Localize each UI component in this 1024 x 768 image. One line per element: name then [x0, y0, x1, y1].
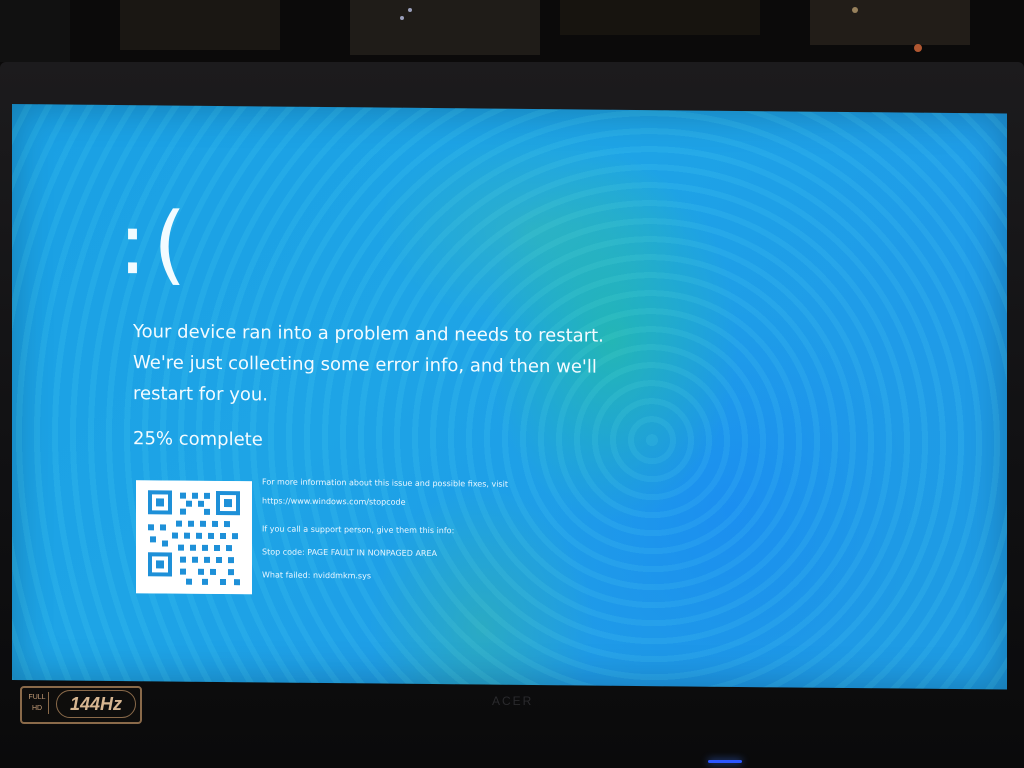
monitor-brand: ACER	[492, 694, 534, 708]
full-hd-label: FULL HD	[26, 692, 49, 714]
power-led-icon	[708, 760, 742, 763]
qr-code-graphic	[136, 480, 252, 595]
refresh-rate-label: 144Hz	[56, 690, 136, 718]
sad-face-emoticon: :(	[118, 194, 193, 295]
progress-text: 25% complete	[133, 428, 263, 451]
error-details: For more information about this issue an…	[262, 476, 582, 583]
qr-code-icon	[136, 480, 252, 595]
error-message: Your device ran into a problem and needs…	[133, 321, 604, 406]
bsod-screen: :( Your device ran into a problem and ne…	[12, 104, 1007, 690]
monitor-badge: FULL HD 144Hz	[20, 686, 142, 724]
